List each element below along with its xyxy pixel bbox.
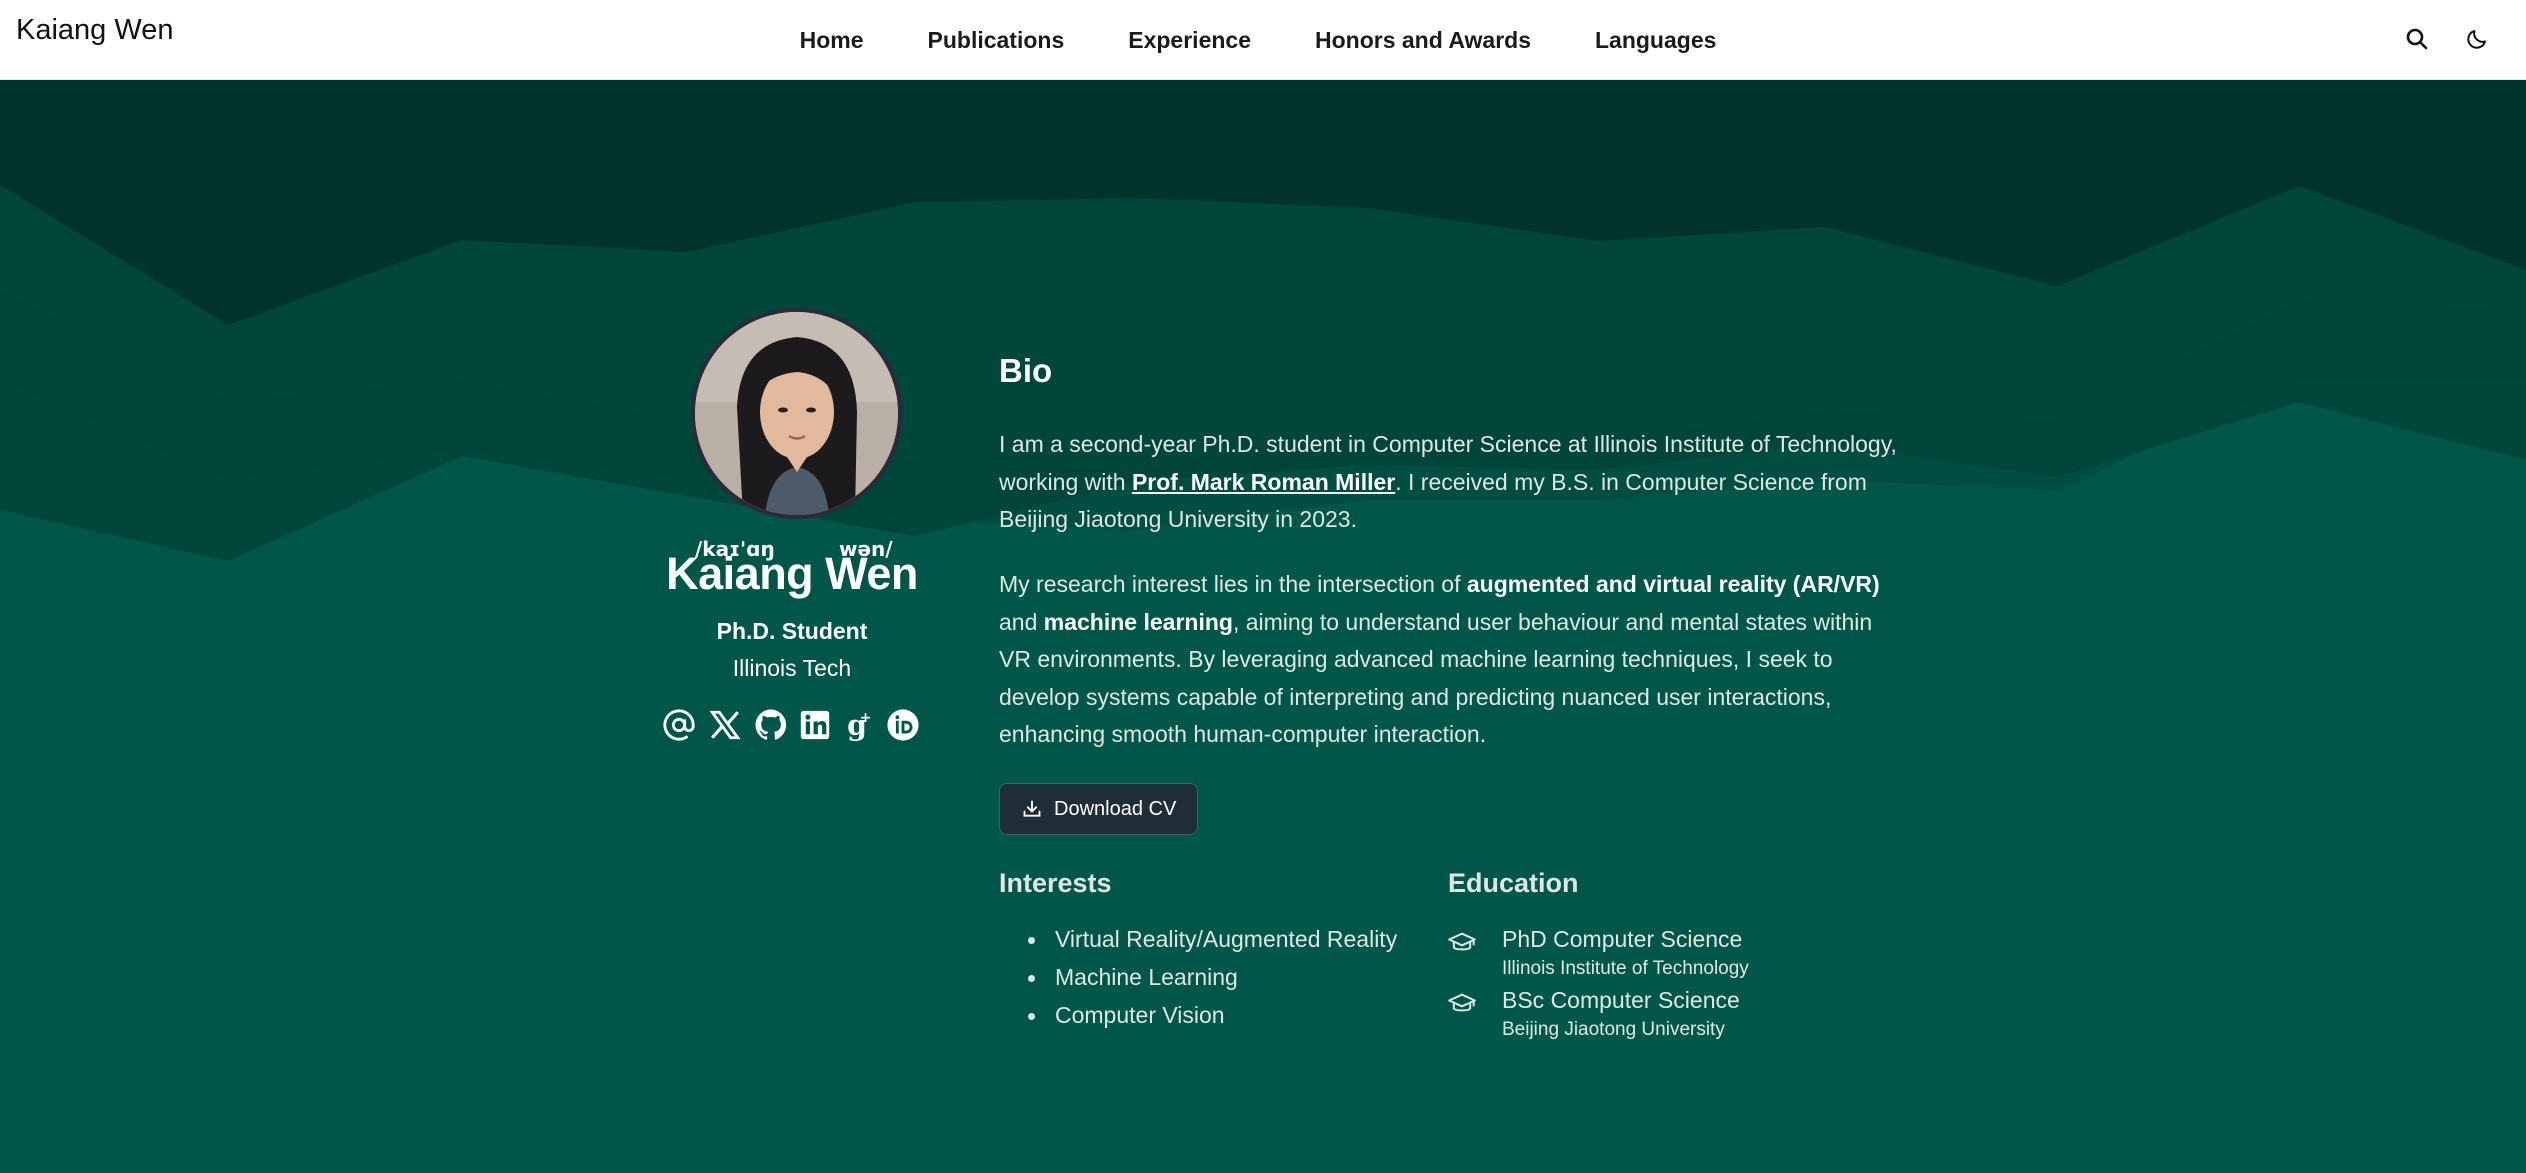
interest-item: Virtual Reality/Augmented Reality: [1027, 926, 1398, 952]
bio-emphasis: machine learning: [1043, 608, 1233, 635]
top-navbar: Kaiang Wen Home Publications Experience …: [0, 0, 2526, 80]
education-degree: BSc Computer Science: [1502, 987, 1740, 1013]
education-degree: PhD Computer Science: [1502, 926, 1743, 952]
download-icon: [1023, 800, 1041, 817]
education-school: Beijing Jiaotong University: [1502, 1019, 1725, 1040]
education-title: Education: [1448, 868, 1579, 898]
nav-home[interactable]: Home: [800, 27, 864, 54]
bio-text: My research interest lies in the interse…: [999, 571, 1467, 597]
interest-item: Computer Vision: [1028, 1002, 1225, 1028]
bio-paragraph-1: I am a second-year Ph.D. student in Comp…: [999, 426, 1899, 539]
graduation-cap-icon: [1448, 932, 1476, 951]
bio-paragraph-2: My research interest lies in the interse…: [999, 566, 1899, 754]
bio-title: Bio: [999, 352, 1053, 389]
google-scholar-icon[interactable]: g +: [840, 708, 874, 742]
download-cv-button[interactable]: Download CV: [999, 783, 1198, 835]
search-icon[interactable]: [2397, 19, 2437, 59]
linkedin-icon[interactable]: [798, 708, 832, 742]
profile-role: Ph.D. Student: [716, 618, 868, 644]
moon-icon[interactable]: [2457, 19, 2497, 59]
x-icon[interactable]: [708, 708, 742, 742]
bio-emphasis: augmented and virtual reality (AR/VR): [1466, 571, 1880, 597]
nav-links: Home Publications Experience Honors and …: [0, 0, 2526, 80]
download-cv-label: Download CV: [1054, 797, 1177, 820]
hero-section: /kaɪ'ɑŋ wən/ Kaiang Wen Ph.D. Student Il…: [0, 80, 2526, 1173]
nav-honors-and-awards[interactable]: Honors and Awards: [1315, 27, 1531, 54]
svg-text:+: +: [860, 710, 872, 726]
orcid-icon[interactable]: [886, 708, 920, 742]
profile-organization: Illinois Tech: [732, 655, 852, 681]
interests-title: Interests: [999, 868, 1112, 898]
at-sign-icon[interactable]: [662, 708, 696, 742]
avatar: [691, 308, 902, 519]
advisor-link[interactable]: Prof. Mark Roman Miller: [1132, 469, 1395, 495]
bio-text: and: [999, 608, 1044, 635]
graduation-cap-icon: [1448, 993, 1476, 1012]
interest-item: Machine Learning: [1028, 964, 1238, 990]
profile-photo: [695, 312, 898, 515]
nav-publications[interactable]: Publications: [928, 27, 1065, 54]
nav-languages[interactable]: Languages: [1595, 27, 1716, 54]
education-school: Illinois Institute of Technology: [1502, 958, 1749, 979]
nav-experience[interactable]: Experience: [1128, 27, 1251, 54]
profile-name: Kaiang Wen: [666, 548, 918, 599]
github-icon[interactable]: [754, 708, 788, 742]
